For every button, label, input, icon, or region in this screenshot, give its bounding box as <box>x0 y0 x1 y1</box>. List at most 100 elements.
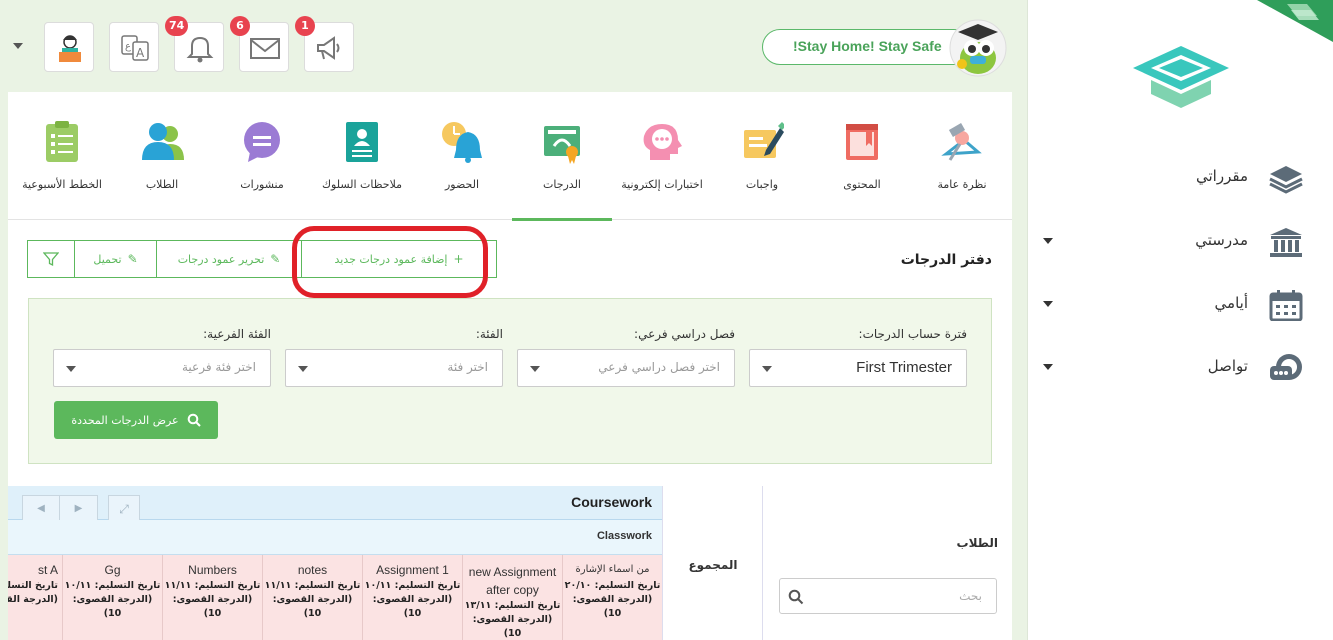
search-placeholder: بحث <box>959 589 982 603</box>
sidebar-item-communicate[interactable]: تواصل <box>1028 348 1333 388</box>
category-label: الفئة: <box>475 327 503 341</box>
corner-ribbon-icon <box>1257 0 1333 42</box>
tab-weekly-plans[interactable]: الخطط الأسبوعية <box>12 92 112 220</box>
coursework-group-header: ◀ ▶ ⤢ Coursework <box>8 486 662 523</box>
sidebar: مقرراتي مدرستي أيامي تواصل <box>1027 0 1333 640</box>
subcategory-select[interactable]: اختر فئة فرعية <box>53 349 271 387</box>
category-placeholder: اختر فئة <box>447 360 488 374</box>
layers-icon <box>1269 166 1303 194</box>
tab-grades[interactable]: الدرجات <box>512 92 612 221</box>
chevron-down-icon <box>1043 238 1053 244</box>
sidebar-item-label: تواصل <box>1207 357 1248 375</box>
column-pager: ◀ ▶ <box>22 495 98 523</box>
grade-column-header[interactable]: من اسماء الإشارة تاريخ التسليم: ٢٠/١٠ (ا… <box>562 555 662 640</box>
tab-overview[interactable]: نظرة عامة <box>912 92 1012 220</box>
chat-icon <box>1270 354 1302 380</box>
show-selected-grades-button[interactable]: عرض الدرجات المحددة <box>54 401 218 439</box>
page-title: دفتر الدرجات <box>900 252 992 268</box>
category-select[interactable]: اختر فئة <box>285 349 503 387</box>
download-label: تحميل <box>93 252 122 266</box>
column-due-date: تاريخ التسليم: ١٠/١١ <box>64 580 161 591</box>
tab-content[interactable]: المحتوى <box>812 92 912 220</box>
grade-filters: فترة حساب الدرجات: First Trimester فصل د… <box>28 298 992 464</box>
student-search-input[interactable]: بحث <box>779 578 997 614</box>
coursework-title: Coursework <box>571 494 652 510</box>
column-name: Numbers <box>188 563 237 577</box>
grade-column-header[interactable]: st A تاريخ التسليم (الدرجة القص <box>8 555 62 640</box>
grade-columns: من اسماء الإشارة تاريخ التسليم: ٢٠/١٠ (ا… <box>8 555 662 640</box>
stay-home-banner: !Stay Home! Stay Safe <box>762 29 972 65</box>
download-button[interactable]: ✎ تحميل <box>74 240 157 278</box>
language-button[interactable]: A ع <box>109 22 159 72</box>
chevron-down-icon <box>1043 301 1053 307</box>
messages-button[interactable]: 6 <box>230 16 289 72</box>
edit-column-label: تحرير عمود درجات <box>177 252 265 266</box>
tab-label: اختبارات إلكترونية <box>621 178 703 191</box>
tab-homework[interactable]: واجبات <box>712 92 812 220</box>
students-header: الطلاب <box>956 536 998 550</box>
sidebar-item-label: أيامي <box>1214 294 1248 312</box>
posts-icon <box>244 122 280 162</box>
edit-grade-column-button[interactable]: ✎ تحرير عمود درجات <box>156 240 302 278</box>
weekly-plan-icon <box>46 121 78 162</box>
total-header: المجموع <box>688 558 738 572</box>
filter-icon <box>43 252 59 267</box>
grade-column-header[interactable]: Numbers تاريخ التسليم: ١١/١١ (الدرجة الق… <box>162 555 262 640</box>
tab-label: الحضور <box>444 178 480 191</box>
tab-behavior-notes[interactable]: ملاحظات السلوك <box>312 92 412 220</box>
tab-label: الدرجات <box>542 178 581 191</box>
notifications-button[interactable]: 74 <box>165 16 224 72</box>
column-name: new Assignment after copy <box>468 565 557 597</box>
bell-clock-icon <box>442 122 482 163</box>
chevron-down-icon <box>530 366 540 372</box>
scroll-left-button[interactable]: ◀ <box>22 495 60 523</box>
grade-column-header[interactable]: Gg تاريخ التسليم: ١٠/١١ (الدرجة القصوى: … <box>62 555 162 640</box>
period-label: فترة حساب الدرجات: <box>858 327 967 341</box>
calendar-icon <box>1269 290 1303 321</box>
pencil-icon: ✎ <box>127 252 138 266</box>
sidebar-item-my-school[interactable]: مدرستي <box>1028 222 1333 262</box>
grading-period-select[interactable]: First Trimester <box>749 349 967 387</box>
tab-attendance[interactable]: الحضور <box>412 92 512 220</box>
messages-badge: 6 <box>230 16 250 36</box>
classwork-subgroup-header: Classwork <box>8 520 662 555</box>
tab-posts[interactable]: منشورات <box>212 92 312 220</box>
column-max-grade: (الدرجة القصوى: 10) <box>372 594 453 619</box>
announcements-badge: 1 <box>295 16 315 36</box>
svg-text:ع: ع <box>125 41 131 52</box>
expand-icon[interactable]: ⤢ <box>108 495 140 523</box>
column-max-grade: (الدرجة القصوى: 10) <box>172 594 253 619</box>
envelope-icon <box>250 38 280 59</box>
tab-students[interactable]: الطلاب <box>112 92 212 220</box>
column-due-date: تاريخ التسليم: ١٣/١١ <box>464 600 561 611</box>
subcategory-placeholder: اختر فئة فرعية <box>182 360 256 374</box>
homework-icon <box>744 122 784 158</box>
sidebar-item-my-days[interactable]: أيامي <box>1028 285 1333 325</box>
sidebar-item-label: مقرراتي <box>1196 167 1248 185</box>
column-name: Gg <box>104 563 121 577</box>
subterm-select[interactable]: اختر فصل دراسي فرعي <box>517 349 735 387</box>
grade-column-header[interactable]: Assignment 1 تاريخ التسليم: ١٠/١١ (الدرج… <box>362 555 462 640</box>
translate-icon: A ع <box>121 35 149 61</box>
subterm-label: فصل دراسي فرعي: <box>634 327 735 341</box>
tab-label: واجبات <box>745 178 779 191</box>
column-max-grade: (الدرجة القصوى: 10) <box>572 594 653 619</box>
bell-icon <box>186 36 214 63</box>
account-menu-chevron-icon[interactable] <box>13 43 23 49</box>
column-max-grade: (الدرجة القصوى: 10) <box>472 614 553 639</box>
profile-button[interactable] <box>44 22 94 72</box>
announcements-button[interactable]: 1 <box>295 16 354 72</box>
column-due-date: تاريخ التسليم: ١١/١١ <box>264 580 361 591</box>
filter-button[interactable] <box>27 240 75 278</box>
mascot-avatar-icon[interactable] <box>944 18 1008 78</box>
tab-e-quizzes[interactable]: اختبارات إلكترونية <box>612 92 712 220</box>
grade-column-header[interactable]: notes تاريخ التسليم: ١١/١١ (الدرجة القصو… <box>262 555 362 640</box>
scroll-right-button[interactable]: ▶ <box>60 495 98 523</box>
sidebar-item-my-courses[interactable]: مقرراتي <box>1028 158 1333 198</box>
grade-column-header[interactable]: new Assignment after copy تاريخ التسليم:… <box>462 555 562 640</box>
tab-label: ملاحظات السلوك <box>321 178 403 191</box>
gradebook-table: الطلاب بحث المجموع ◀ ▶ ⤢ Coursework Clas… <box>8 486 1012 640</box>
column-due-date: تاريخ التسليم <box>8 580 58 591</box>
megaphone-icon <box>317 36 340 60</box>
students-icon <box>142 123 184 160</box>
